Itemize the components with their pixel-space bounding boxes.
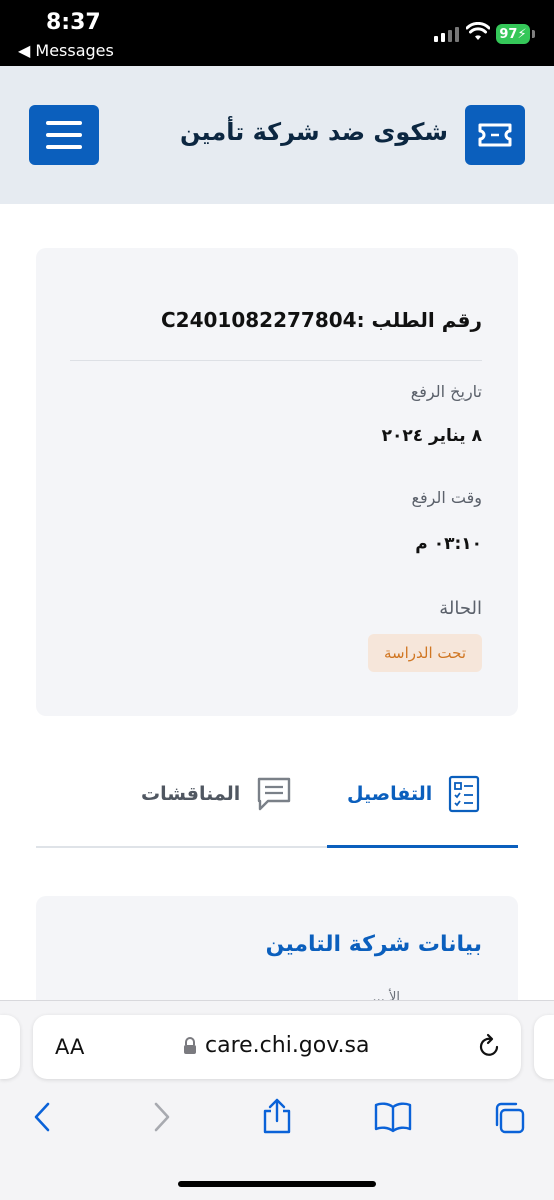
clock: 8:37 [46,10,101,35]
hamburger-menu-icon [46,121,82,125]
battery-level: 97 [499,26,518,42]
insurance-company-card: بيانات شركة التامين ... الأ [36,896,518,1016]
reload-icon[interactable] [477,1033,501,1059]
share-icon[interactable] [261,1097,293,1135]
upload-date-value: ٨ يناير ٢٠٢٤ [381,426,482,446]
tab-details-label: التفاصيل [347,783,433,805]
next-tab-edge[interactable] [534,1015,554,1079]
wifi-icon [466,22,490,40]
ticket-button[interactable] [465,105,525,165]
page-title: شكوى ضد شركة تأمين [179,118,448,146]
upload-time-value: ٠٣:١٠ م [415,534,482,554]
bookmarks-icon[interactable] [374,1101,412,1133]
back-to-messages[interactable]: ◀ Messages [18,41,114,60]
page-header: شكوى ضد شركة تأمين [0,66,554,204]
browser-toolbar [0,1098,554,1141]
cellular-signal-icon [434,26,459,42]
browser-bottom-bar: AA care.chi.gov.sa [0,1000,554,1200]
request-number: رقم الطلب :C2401082277804 [161,308,482,332]
chat-bubble-icon [258,777,291,811]
tab-details[interactable]: التفاصيل [347,774,480,814]
tab-bar: التفاصيل المناقشات [36,750,518,848]
home-indicator[interactable] [178,1181,376,1187]
status-badge: تحت الدراسة [368,634,482,672]
hamburger-menu-button[interactable] [29,105,99,165]
previous-tab-edge[interactable] [0,1015,20,1079]
aa-label: AA [55,1035,85,1059]
tab-discussions[interactable]: المناقشات [141,774,292,814]
tab-discussions-label: المناقشات [141,783,241,805]
tabs-icon[interactable] [492,1101,526,1135]
upload-time-label: وقت الرفع [411,488,482,507]
active-tab-indicator [327,845,518,848]
back-arrow-icon[interactable] [32,1101,52,1133]
lock-icon [184,1036,196,1054]
section-title: بيانات شركة التامين [265,932,482,957]
url-text: care.chi.gov.sa [205,1033,370,1058]
status-bar: 8:37 ◀ Messages 97 ⚡ [0,0,554,66]
details-document-icon [449,775,480,813]
request-info-card: رقم الطلب :C2401082277804 تاريخ الرفع ٨ … [36,248,518,716]
reader-settings-button[interactable]: AA [55,1035,84,1059]
forward-arrow-icon[interactable] [152,1101,172,1133]
url-display[interactable]: care.chi.gov.sa [183,1033,369,1058]
status-label: الحالة [439,598,482,619]
address-bar[interactable]: AA care.chi.gov.sa [33,1015,521,1079]
ticket-icon [478,123,512,147]
battery-icon: 97 ⚡ [496,24,535,44]
upload-date-label: تاريخ الرفع [410,382,482,401]
divider [70,360,482,361]
